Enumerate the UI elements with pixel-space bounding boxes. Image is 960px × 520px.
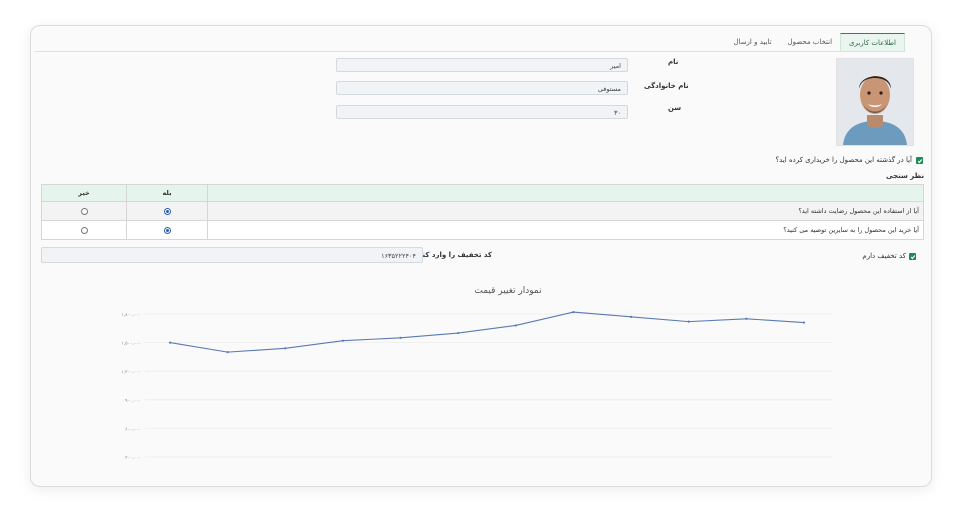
data-point xyxy=(399,336,402,339)
y-tick-label: ۱,۵۰۰,۰۰۰ xyxy=(121,342,141,347)
data-point xyxy=(745,317,748,320)
data-point xyxy=(284,347,287,350)
data-point xyxy=(341,339,345,342)
data-point xyxy=(226,351,229,354)
data-point xyxy=(168,341,172,344)
data-point xyxy=(802,321,806,324)
y-tick-label: ۱,۲۰۰,۰۰۰ xyxy=(121,370,141,375)
data-point xyxy=(514,324,517,327)
y-tick-label: ۳۰۰,۰۰۰ xyxy=(125,455,141,461)
y-tick-label: ۶۰۰,۰۰۰ xyxy=(125,427,141,432)
y-tick-label: ۹۰۰,۰۰۰ xyxy=(125,399,141,404)
data-point xyxy=(687,320,690,323)
data-point xyxy=(629,315,633,318)
data-point xyxy=(572,310,575,314)
y-tick-label: ۱,۸۰۰,۰۰۰ xyxy=(121,313,141,318)
price-chart: ۱,۸۰۰,۰۰۰ ۱,۵۰۰,۰۰۰ ۱,۲۰۰,۰۰۰ ۹۰۰,۰۰۰ ۶۰۰,۰۰… xyxy=(121,310,832,461)
data-point xyxy=(457,331,460,335)
price-line xyxy=(169,311,805,353)
